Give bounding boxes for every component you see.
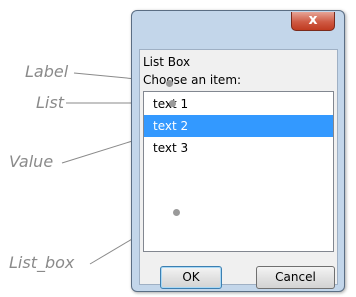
label-marker-dot <box>166 80 173 87</box>
close-icon: x <box>308 12 318 28</box>
list-box[interactable]: text 1 text 2 text 3 <box>143 91 334 252</box>
close-button[interactable]: x <box>291 12 335 31</box>
label-callout: Label <box>25 62 69 81</box>
list-box-marker-dot <box>173 209 180 216</box>
value-callout: Value <box>9 152 54 171</box>
dialog-window: x List Box Choose an item: text 1 text 2… <box>131 10 345 292</box>
list-box-callout: List_box <box>9 253 75 272</box>
list-item-text-3[interactable]: text 3 <box>144 137 333 159</box>
title-bar[interactable]: x <box>132 11 344 41</box>
list-item-text-2-selected[interactable]: text 2 <box>144 115 333 137</box>
prompt-label: Choose an item: <box>143 73 242 87</box>
ok-button[interactable]: OK <box>160 266 222 289</box>
list-marker-dot <box>169 100 176 107</box>
value-leader-line <box>61 137 143 164</box>
group-title: List Box <box>143 55 191 69</box>
list-callout: List <box>36 93 64 112</box>
cancel-button[interactable]: Cancel <box>256 266 335 289</box>
